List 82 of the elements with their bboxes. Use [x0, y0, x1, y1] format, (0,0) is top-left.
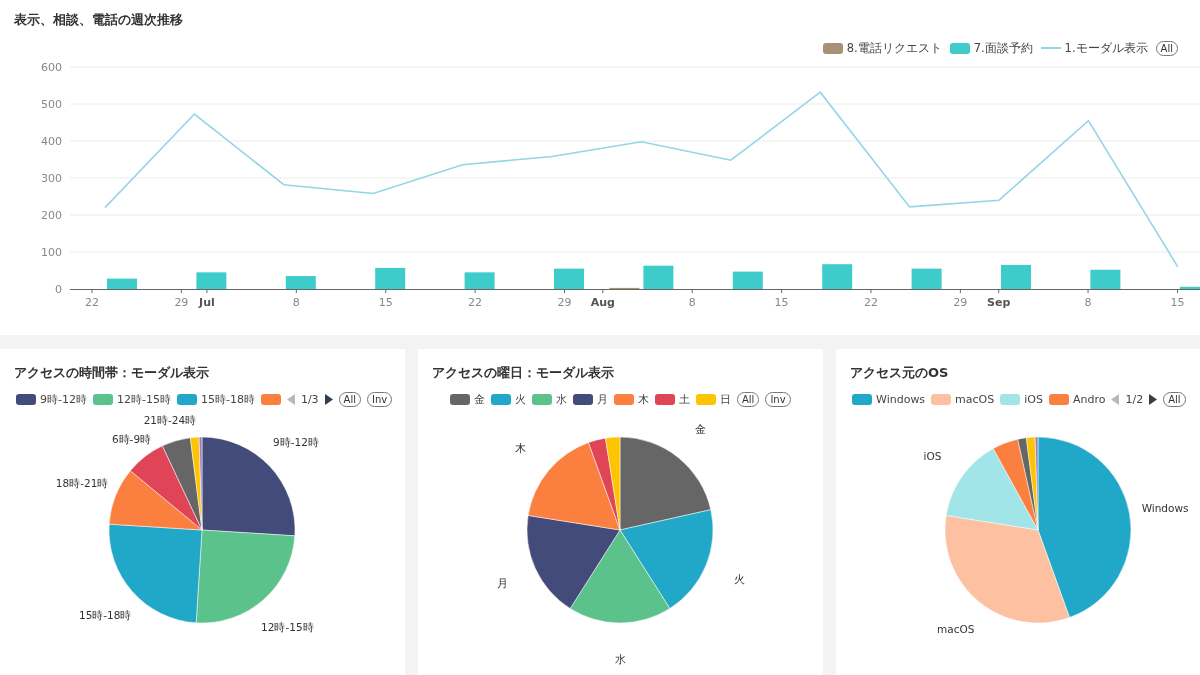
legend-item[interactable]: 7.面談予約	[949, 39, 1033, 57]
axis-label: 15	[378, 295, 393, 309]
axis-label: 8	[688, 295, 696, 309]
slice-label: 15時-18時	[79, 609, 132, 622]
legend-item[interactable]: 日	[696, 391, 731, 408]
slice-label: 12時-15時	[261, 620, 314, 633]
all-button[interactable]: All	[1155, 40, 1178, 56]
legend-label: 1.モーダル表示	[1064, 39, 1148, 57]
legend-label: 木	[638, 391, 649, 408]
slice-label: Windows	[1141, 501, 1189, 514]
legend-item[interactable]: 9時-12時	[16, 391, 87, 408]
axis-label: 600	[41, 60, 62, 74]
legend-item[interactable]: macOS	[931, 391, 995, 408]
axis-label: 29	[174, 295, 189, 309]
legend-item[interactable]: 15時-18時	[176, 391, 255, 408]
chart-title: 表示、相談、電話の週次推移	[13, 11, 184, 29]
legend-label: Windows	[876, 391, 926, 408]
slice-label: 水	[614, 653, 626, 665]
legend-item[interactable]: 水	[532, 391, 567, 408]
legend-item[interactable]: Windows	[852, 391, 926, 408]
legend-item[interactable]: 金	[450, 391, 485, 408]
legend-label: 8.電話リクエスト	[846, 39, 942, 57]
slice-label: 18時-21時	[55, 476, 109, 489]
legend-label: 水	[556, 391, 567, 408]
legend-label: macOS	[955, 391, 995, 408]
axis-label: 500	[41, 97, 62, 111]
slice-label: iOS	[923, 449, 942, 462]
axis-label: 15	[774, 295, 789, 309]
legend-item[interactable]: 12時-15時	[92, 391, 171, 408]
slice-label: 9時-12時	[273, 435, 319, 448]
axis-label: 29	[557, 295, 572, 309]
legend-label: 月	[597, 391, 608, 408]
legend-item[interactable]: 火	[491, 391, 526, 408]
legend-button[interactable]: All	[737, 392, 760, 408]
axis-label: 100	[41, 245, 62, 259]
slice-label: 木	[515, 441, 527, 454]
axis-label: Sep	[987, 295, 1011, 309]
axis-label: 8	[1084, 295, 1092, 309]
slice-label: macOS	[937, 623, 975, 636]
pager-text: 1/2	[1125, 391, 1144, 408]
legend-label: 9時-12時	[40, 391, 87, 408]
slice-label: 6時-9時	[111, 433, 152, 446]
legend-label: 土	[679, 391, 690, 408]
legend-label: 15時-18時	[200, 391, 255, 408]
axis-label: 22	[863, 295, 878, 309]
axis-label: 200	[41, 208, 62, 222]
legend-item[interactable]: 土	[655, 391, 690, 408]
slice-label: 月	[496, 577, 508, 590]
legend-button[interactable]: Inv	[367, 392, 393, 408]
legend-label: Andro	[1072, 391, 1106, 408]
legend-label: 日	[720, 391, 731, 408]
legend-item[interactable]: 木	[614, 391, 649, 408]
axis-label: 22	[468, 295, 483, 309]
axis-label: 400	[41, 134, 62, 148]
legend-label: 12時-15時	[116, 391, 171, 408]
axis-label: 8	[292, 295, 300, 309]
slice-label: 金	[695, 423, 707, 436]
chart-title: アクセスの曜日：モーダル表示	[431, 364, 615, 382]
legend-item[interactable]: Andro	[1048, 391, 1106, 408]
legend-item[interactable]: 1.モーダル表示	[1040, 39, 1148, 57]
slice-label: 21時-24時	[143, 413, 197, 426]
axis-label: Aug	[590, 295, 615, 309]
axis-label: 29	[953, 295, 968, 309]
legend-label: 火	[515, 391, 526, 408]
axis-label: 0	[55, 282, 62, 296]
axis-label: 15	[1170, 295, 1185, 309]
legend-label: 7.面談予約	[973, 39, 1033, 57]
legend-item[interactable]: iOS	[1000, 391, 1043, 408]
slice-label: 火	[733, 573, 745, 586]
chart-title: アクセスの時間帯：モーダル表示	[13, 364, 210, 382]
axis-label: 300	[41, 171, 62, 185]
legend-button[interactable]: All	[1163, 392, 1186, 408]
chart-title: アクセス元のOS	[849, 364, 950, 382]
legend-label: 金	[474, 391, 485, 408]
legend-button[interactable]: Inv	[765, 392, 791, 408]
axis-label: 22	[85, 295, 99, 309]
legend-button[interactable]: All	[338, 392, 361, 408]
pager-text: 1/3	[300, 391, 319, 408]
legend-item[interactable]: 月	[573, 391, 608, 408]
axis-label: Jul	[199, 295, 215, 309]
legend-item[interactable]: 8.電話リクエスト	[822, 39, 942, 57]
legend-label: iOS	[1024, 391, 1043, 408]
